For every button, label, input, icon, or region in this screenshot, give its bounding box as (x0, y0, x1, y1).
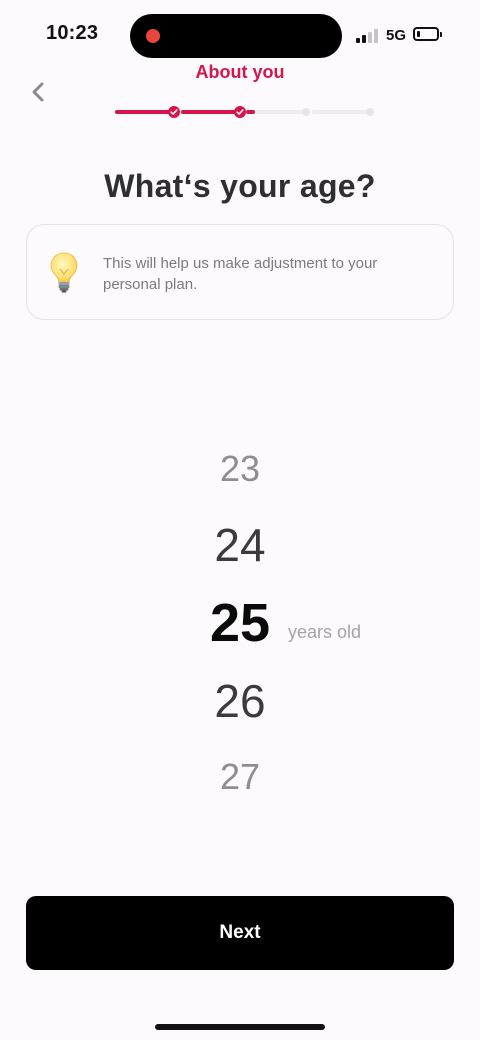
progress-segment (246, 110, 304, 114)
status-time: 10:23 (46, 22, 99, 44)
step-complete-check-icon (168, 106, 180, 118)
progress-segment (181, 110, 239, 114)
page-title: What‘s your age? (104, 168, 376, 204)
status-bar: 10:23 5G (0, 0, 480, 60)
progress-segment-fill (115, 110, 174, 114)
step-complete-check-icon (234, 106, 246, 118)
progress-bar (115, 104, 377, 120)
info-card: This will help us make adjustment to you… (26, 224, 454, 320)
age-option-selected[interactable]: 25 (0, 592, 480, 654)
step-pending-dot-icon (366, 108, 374, 116)
age-option[interactable]: 27 (0, 756, 480, 798)
home-indicator[interactable] (155, 1024, 325, 1030)
progress-segment-fill (246, 110, 255, 114)
chevron-left-icon (32, 82, 44, 102)
battery-level (417, 31, 420, 37)
dynamic-island (130, 14, 342, 58)
next-button[interactable]: Next (26, 896, 454, 970)
lightbulb-icon (50, 252, 78, 293)
age-option[interactable]: 26 (0, 674, 480, 728)
cellular-signal-icon (356, 27, 380, 43)
age-unit-label: years old (288, 622, 362, 642)
network-type: 5G (386, 27, 407, 44)
age-option[interactable]: 23 (0, 448, 480, 490)
age-option[interactable]: 24 (0, 518, 480, 572)
progress-segment (115, 110, 174, 114)
progress-segment (312, 110, 369, 114)
step-pending-dot-icon (302, 108, 310, 116)
age-picker-wheel[interactable]: 23 24 25 years old 26 27 (0, 430, 480, 820)
progress-segment-fill (181, 110, 239, 114)
info-text: This will help us make adjustment to you… (103, 255, 378, 293)
battery-icon (413, 27, 442, 41)
recording-indicator-icon (146, 29, 160, 43)
section-title: About you (195, 62, 285, 82)
